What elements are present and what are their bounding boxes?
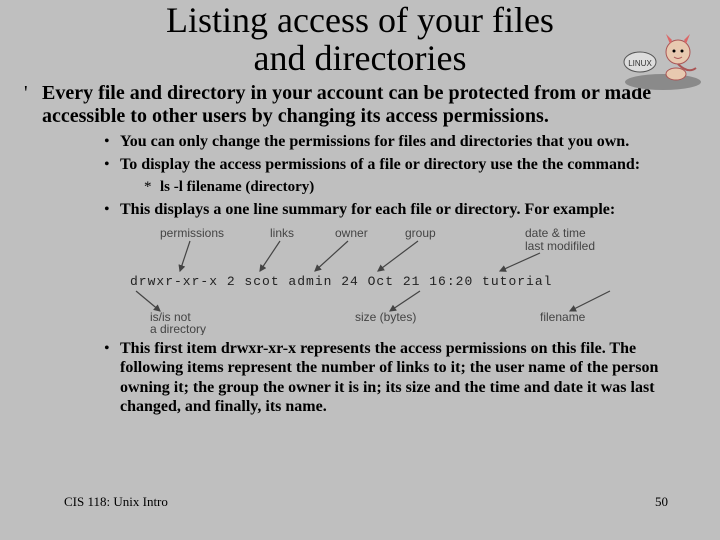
footer-course: CIS 118: Unix Intro [64,494,168,510]
label-owner: owner [335,226,368,240]
bullet-level2: • To display the access permissions of a… [24,155,696,174]
bullet-glyph: • [104,155,120,174]
slide: LINUX Listing access of your files and d… [0,2,720,540]
bullet-level2: • This displays a one line summary for e… [24,200,696,219]
linux-daemon-mascot: LINUX [618,22,708,92]
bullet-glyph: * [144,178,160,196]
label-datetime2: last modifiled [525,239,595,253]
footer-page-number: 50 [655,494,668,510]
bullet-level2: • This first item drwxr-xr-x represents … [24,339,696,416]
bullet-text: This first item drwxr-xr-x represents th… [120,339,696,416]
label-filename: filename [540,310,586,324]
bullet-text: This displays a one line summary for eac… [120,200,615,219]
bullet-glyph: • [104,200,120,219]
label-links: links [270,226,294,240]
ls-output-diagram: permissions links owner group date & tim… [24,225,696,335]
bullet-glyph: • [104,339,120,416]
label-size: size (bytes) [355,310,416,324]
title-line-1: Listing access of your files [166,0,554,40]
command-text: ls -l filename (directory) [160,178,314,196]
bullet-text: You can only change the permissions for … [120,132,629,151]
bullet-level2: • You can only change the permissions fo… [24,132,696,151]
label-permissions: permissions [160,226,224,240]
ls-output-line: drwxr-xr-x 2 scot admin 24 Oct 21 16:20 … [130,274,552,289]
label-group: group [405,226,436,240]
bullet-level3-command: * ls -l filename (directory) [24,178,696,196]
bullet-glyph: ' [24,82,42,128]
svg-text:LINUX: LINUX [628,59,652,68]
label-datetime1: date & time [525,226,586,240]
title-line-2: and directories [254,38,467,78]
bullet-text: To display the access permissions of a f… [120,155,640,174]
bullet-glyph: • [104,132,120,151]
slide-title: Listing access of your files and directo… [60,2,660,78]
label-isnot2: a directory [150,322,206,335]
slide-body: ' Every file and directory in your accou… [0,82,720,416]
bullet-level1: ' Every file and directory in your accou… [24,82,696,128]
bullet-text: Every file and directory in your account… [42,82,696,128]
